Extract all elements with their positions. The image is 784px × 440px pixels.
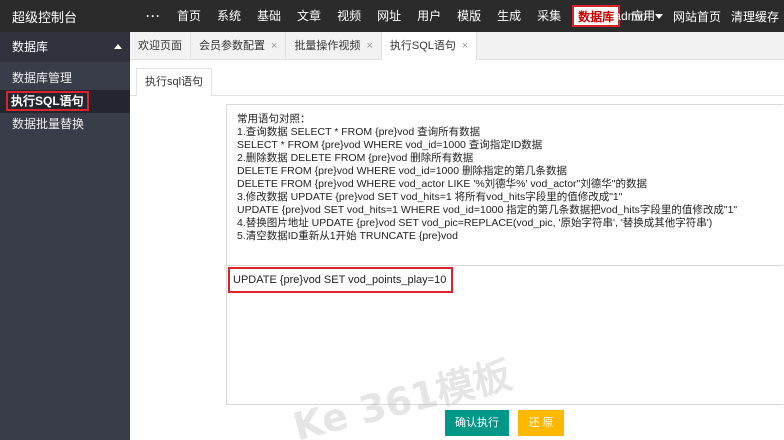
clear-cache-link[interactable]: 清理缓存 — [726, 8, 784, 25]
help-line: 1.查询数据 SELECT * FROM {pre}vod 查询所有数据 — [237, 126, 481, 138]
sidebar-section-label: 数据库 — [12, 40, 49, 54]
chevron-down-icon — [654, 14, 663, 20]
nav-user[interactable]: 用户 — [409, 0, 449, 32]
close-icon[interactable]: × — [366, 32, 372, 60]
tab-label: 执行SQL语句 — [389, 40, 456, 52]
sidebar-section-database[interactable]: 数据库 — [0, 32, 130, 62]
help-line: 5.清空数据ID重新从1开始 TRUNCATE {pre}vod — [237, 230, 458, 242]
more-menu-icon[interactable]: ··· — [138, 0, 169, 32]
help-line: SELECT * FROM {pre}vod WHERE vod_id=1000… — [237, 139, 543, 151]
subtab-divider — [130, 95, 784, 96]
nav-system[interactable]: 系统 — [209, 0, 249, 32]
user-menu[interactable]: admin — [604, 9, 668, 23]
nav-website[interactable]: 网址 — [369, 0, 409, 32]
username: admin — [614, 9, 647, 23]
site-home-link[interactable]: 网站首页 — [668, 8, 726, 25]
nav-video[interactable]: 视频 — [329, 0, 369, 32]
help-line: 常用语句对照： — [237, 113, 311, 125]
nav-generate[interactable]: 生成 — [489, 0, 529, 32]
sidebar: 数据库 数据库管理 执行SQL语句 数据批量替换 — [0, 32, 130, 440]
help-line: DELETE FROM {pre}vod WHERE vod_actor LIK… — [237, 178, 648, 190]
tab-welcome[interactable]: 欢迎页面 — [130, 32, 191, 60]
sidebar-item-batch-replace[interactable]: 数据批量替换 — [0, 113, 130, 136]
tab-label: 批量操作视频 — [294, 40, 361, 52]
sidebar-item-execute-sql[interactable]: 执行SQL语句 — [0, 90, 130, 113]
sql-input-box: UPDATE {pre}vod SET vod_points_play=10 — [226, 265, 783, 405]
nav-article[interactable]: 文章 — [289, 0, 329, 32]
help-line: 2.删除数据 DELETE FROM {pre}vod 删除所有数据 — [237, 152, 474, 164]
sidebar-item-label: 执行SQL语句 — [6, 91, 89, 111]
top-nav: ··· 首页 系统 基础 文章 视频 网址 用户 模版 生成 采集 数据库 应用 — [138, 0, 663, 32]
tab-execute-sql[interactable]: 执行SQL语句 × — [381, 32, 478, 60]
top-right: admin 网站首页 清理缓存 — [604, 0, 784, 32]
help-line: DELETE FROM {pre}vod WHERE vod_id=1000 删… — [237, 165, 567, 177]
tab-member-config[interactable]: 会员参数配置 × — [191, 32, 287, 60]
tab-batch-video[interactable]: 批量操作视频 × — [286, 32, 382, 60]
confirm-execute-button[interactable]: 确认执行 — [445, 410, 509, 436]
tab-label: 欢迎页面 — [138, 40, 182, 52]
nav-basic[interactable]: 基础 — [249, 0, 289, 32]
top-bar: 超级控制台 ··· 首页 系统 基础 文章 视频 网址 用户 模版 生成 采集 … — [0, 0, 784, 32]
brand-title: 超级控制台 — [12, 9, 78, 25]
nav-collect[interactable]: 采集 — [529, 0, 569, 32]
help-line: 3.修改数据 UPDATE {pre}vod SET vod_hits=1 将所… — [237, 191, 623, 203]
sql-input[interactable]: UPDATE {pre}vod SET vod_points_play=10 — [227, 266, 780, 404]
page-tabs: 欢迎页面 会员参数配置 × 批量操作视频 × 执行SQL语句 × — [130, 32, 784, 60]
close-icon[interactable]: × — [271, 32, 277, 60]
help-line: UPDATE {pre}vod SET vod_hits=1 WHERE vod… — [237, 204, 738, 216]
sidebar-item-database-manage[interactable]: 数据库管理 — [0, 67, 130, 90]
subtab-execute-sql[interactable]: 执行sql语句 — [136, 68, 213, 96]
reset-button[interactable]: 还 原 — [518, 410, 564, 436]
close-icon[interactable]: × — [462, 32, 468, 60]
chevron-up-icon — [114, 44, 122, 49]
tab-label: 会员参数配置 — [199, 40, 265, 52]
help-line: 4.替换图片地址 UPDATE {pre}vod SET vod_pic=REP… — [237, 217, 713, 229]
main-content: 执行sql语句 常用语句对照： 1.查询数据 SELECT * FROM {pr… — [130, 60, 784, 440]
nav-template[interactable]: 模版 — [449, 0, 489, 32]
nav-home[interactable]: 首页 — [169, 0, 209, 32]
